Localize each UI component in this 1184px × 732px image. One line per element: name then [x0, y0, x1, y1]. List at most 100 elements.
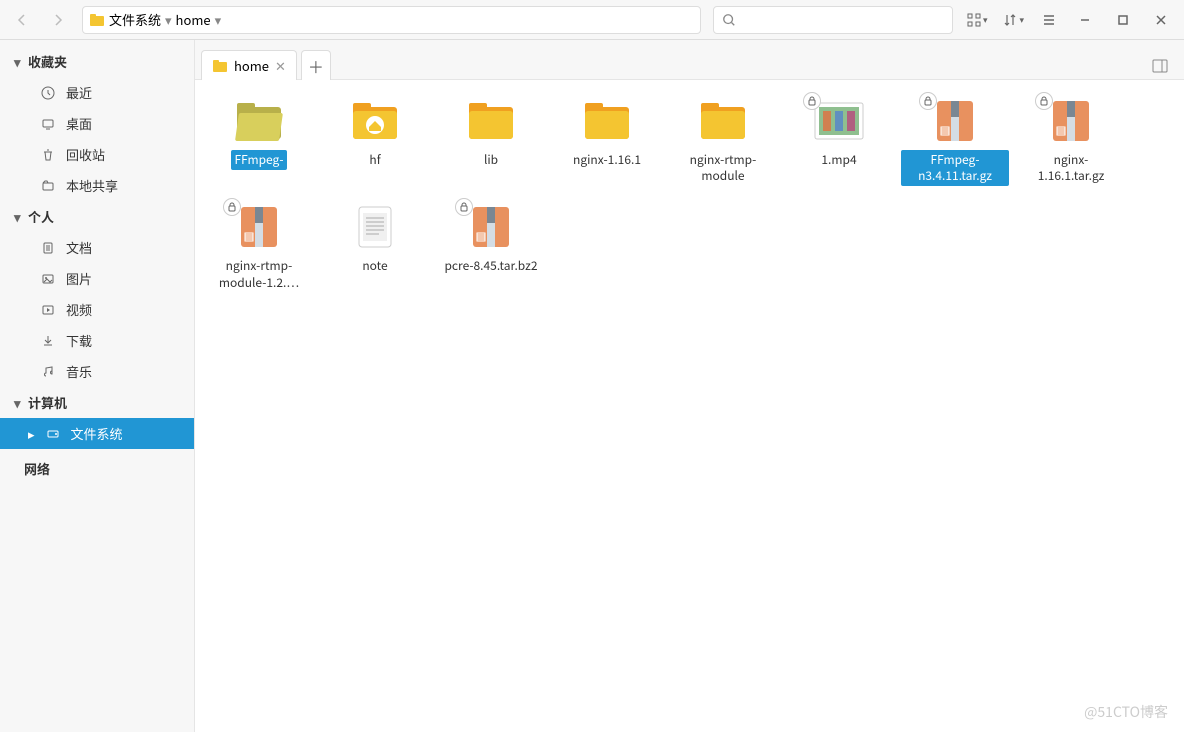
music-icon [40, 364, 56, 380]
folder-icon [691, 96, 755, 146]
folder-open-icon [227, 96, 291, 146]
file-label: nginx-1.16.1.tar.gz [1017, 150, 1125, 186]
file-label: nginx-rtmp-module [669, 150, 777, 186]
file-item[interactable]: pcre-8.45.tar.bz2 [435, 198, 547, 296]
chevron-right-icon: ▸ [28, 424, 35, 443]
sidebar-item-filesystem[interactable]: ▸ 文件系统 [0, 418, 194, 449]
sidebar-item-label: 网络 [24, 459, 50, 478]
search-input[interactable] [713, 6, 953, 34]
sidebar-item-pictures[interactable]: 图片 [0, 263, 194, 294]
file-label: FFmpeg-n3.4.11.tar.gz [901, 150, 1009, 186]
sort-icon [1003, 13, 1017, 27]
archive-icon [923, 96, 987, 146]
sidebar-item-label: 文档 [66, 238, 92, 257]
sidebar-section-label: 个人 [28, 207, 54, 226]
sidepanel-icon [1152, 59, 1168, 73]
file-label: hf [365, 150, 384, 170]
archive-icon [1039, 96, 1103, 146]
sidebar-section-label: 收藏夹 [28, 52, 67, 71]
sidebar-section-favorites[interactable]: ▾ 收藏夹 [0, 46, 194, 77]
file-label: nginx-rtmp-module-1.2.… [205, 256, 313, 292]
sidebar-section-personal[interactable]: ▾ 个人 [0, 201, 194, 232]
view-mode-button[interactable]: ▾ [965, 13, 990, 27]
sidebar-item-documents[interactable]: 文档 [0, 232, 194, 263]
path-segment-root[interactable]: 文件系统 [89, 10, 161, 29]
sidebar-item-network[interactable]: 网络 [0, 449, 194, 484]
sidebar-section-computer[interactable]: ▾ 计算机 [0, 387, 194, 418]
file-item[interactable]: lib [435, 92, 547, 190]
sidebar-item-label: 本地共享 [66, 176, 118, 195]
folder-icon [212, 59, 228, 73]
lock-badge-icon [803, 92, 821, 110]
image-icon [40, 271, 56, 287]
chevron-down-icon: ▾ [215, 10, 222, 29]
forward-button[interactable] [46, 8, 70, 32]
sidebar-item-recent[interactable]: 最近 [0, 77, 194, 108]
minimize-button[interactable] [1072, 7, 1098, 33]
sidebar-item-label: 最近 [66, 83, 92, 102]
file-label: FFmpeg- [231, 150, 288, 170]
file-item[interactable]: nginx-rtmp-module-1.2.… [203, 198, 315, 296]
path-segment-label: home [176, 10, 211, 29]
lock-badge-icon [1035, 92, 1053, 110]
file-item[interactable]: FFmpeg- [203, 92, 315, 190]
hamburger-icon [1041, 12, 1057, 28]
archive-icon [227, 202, 291, 252]
path-bar[interactable]: 文件系统 ▾ home ▾ [82, 6, 701, 34]
sidebar-item-music[interactable]: 音乐 [0, 356, 194, 387]
main-panel: home ✕ ＋ FFmpeg-hf lib nginx-1.16.1 nginx-r… [195, 40, 1184, 732]
sidebar-section-label: 计算机 [28, 393, 67, 412]
chevron-down-icon: ▾ [14, 393, 24, 412]
file-label: lib [480, 150, 502, 170]
file-item[interactable]: nginx-1.16.1 [551, 92, 663, 190]
tab-add-button[interactable]: ＋ [301, 50, 331, 80]
back-button[interactable] [10, 8, 34, 32]
folder-icon [459, 96, 523, 146]
path-segment-home[interactable]: home [176, 10, 211, 29]
folder-icon [575, 96, 639, 146]
file-label: note [358, 256, 391, 276]
sidebar-item-label: 文件系统 [71, 424, 123, 443]
sidebar-item-label: 音乐 [66, 362, 92, 381]
sidebar-item-trash[interactable]: 回收站 [0, 139, 194, 170]
file-item[interactable]: FFmpeg-n3.4.11.tar.gz [899, 92, 1011, 190]
file-label: nginx-1.16.1 [569, 150, 645, 170]
sidebar: ▾ 收藏夹 最近 桌面 回收站 本地共享 ▾ 个人 [0, 40, 195, 732]
sidebar-item-label: 视频 [66, 300, 92, 319]
disk-icon [45, 426, 61, 442]
video-icon [807, 96, 871, 146]
file-label: 1.mp4 [817, 150, 860, 170]
grid-icon [967, 13, 981, 27]
tab-close-button[interactable]: ✕ [275, 56, 286, 75]
folder-icon [40, 178, 56, 194]
tab-label: home [234, 56, 269, 75]
file-grid[interactable]: FFmpeg-hf lib nginx-1.16.1 nginx-rtmp-modul… [195, 80, 1184, 732]
chevron-down-icon: ▾ [165, 10, 172, 29]
file-item[interactable]: nginx-rtmp-module [667, 92, 779, 190]
watermark: @51CTO博客 [1084, 702, 1168, 722]
file-item[interactable]: hf [319, 92, 431, 190]
file-item[interactable]: note [319, 198, 431, 296]
sidebar-item-label: 图片 [66, 269, 92, 288]
menu-button[interactable] [1038, 9, 1060, 31]
file-item[interactable]: nginx-1.16.1.tar.gz [1015, 92, 1127, 190]
sidebar-item-videos[interactable]: 视频 [0, 294, 194, 325]
chevron-down-icon: ▾ [983, 13, 988, 26]
chevron-down-icon: ▾ [14, 52, 24, 71]
file-item[interactable]: 1.mp4 [783, 92, 895, 190]
search-icon [722, 13, 736, 27]
tab-bar: home ✕ ＋ [195, 40, 1184, 80]
tab-home[interactable]: home ✕ [201, 50, 297, 80]
sidebar-item-share[interactable]: 本地共享 [0, 170, 194, 201]
sidebar-item-label: 回收站 [66, 145, 105, 164]
sidebar-item-label: 下载 [66, 331, 92, 350]
lock-badge-icon [919, 92, 937, 110]
sort-button[interactable]: ▾ [1001, 13, 1026, 27]
chevron-down-icon: ▾ [14, 207, 24, 226]
close-button[interactable] [1148, 7, 1174, 33]
maximize-button[interactable] [1110, 7, 1136, 33]
sidebar-item-downloads[interactable]: 下载 [0, 325, 194, 356]
sidebar-item-desktop[interactable]: 桌面 [0, 108, 194, 139]
panel-toggle-button[interactable] [1142, 59, 1178, 79]
video-icon [40, 302, 56, 318]
